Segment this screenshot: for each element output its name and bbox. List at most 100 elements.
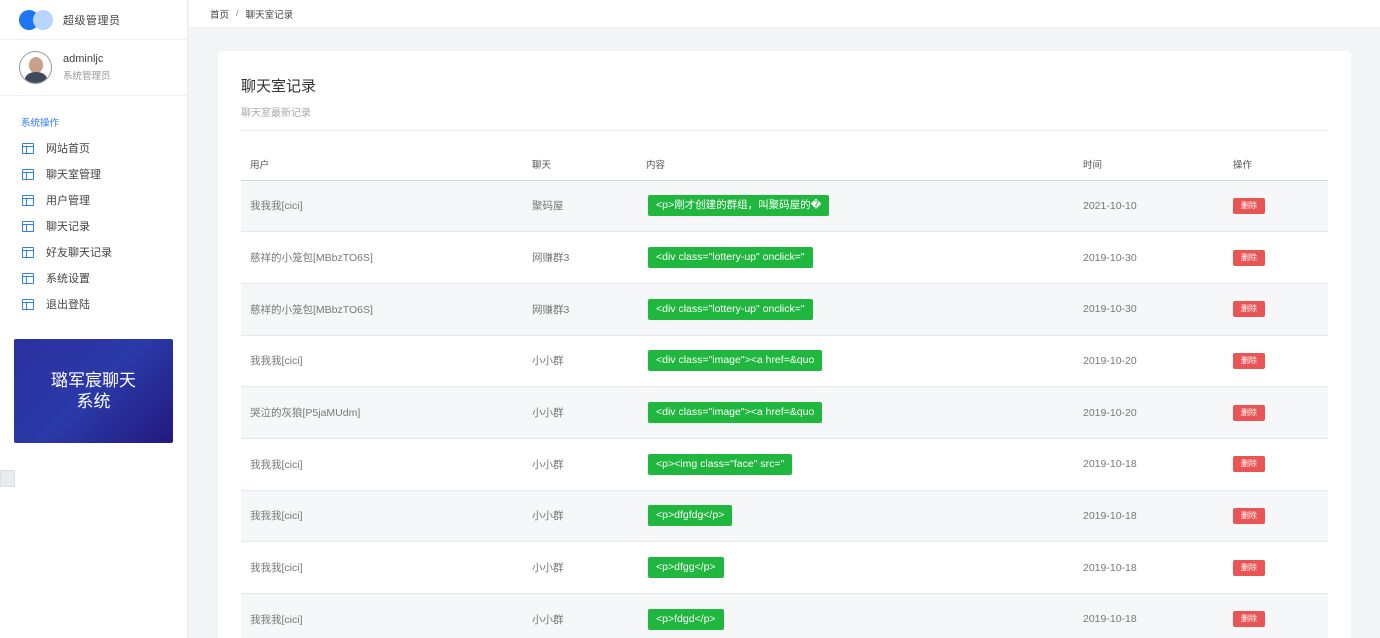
cell-content: <p>fdgd</p> xyxy=(637,593,1074,638)
cell-chat: 小小群 xyxy=(523,386,637,439)
user-role: 系统管理员 xyxy=(63,71,111,82)
delete-button[interactable]: 删除 xyxy=(1233,249,1265,266)
cell-user: 我我我[cici] xyxy=(241,438,523,491)
delete-button[interactable]: 删除 xyxy=(1233,611,1265,628)
sidebar-item-label: 退出登陆 xyxy=(46,299,90,311)
table-row: 我我我[cici] 小小群 <div class="image"><a href… xyxy=(241,335,1328,388)
cell-op: 删除 xyxy=(1224,335,1328,388)
divider xyxy=(241,130,1328,131)
cell-chat: 网赚群3 xyxy=(523,283,637,336)
layout-icon xyxy=(22,272,34,284)
table-row: 我我我[cici] 小小群 <p>dfgfdg</p> 2019-10-18 删… xyxy=(241,490,1328,543)
layout-icon xyxy=(22,168,34,180)
breadcrumb-home[interactable]: 首页 xyxy=(210,7,229,21)
cell-chat: 网赚群3 xyxy=(523,231,637,284)
delete-button[interactable]: 删除 xyxy=(1233,301,1265,318)
sidebar-collapse-button[interactable] xyxy=(0,470,15,487)
breadcrumb: 首页 / 聊天室记录 xyxy=(189,0,1380,28)
cell-time: 2019-10-18 xyxy=(1074,438,1224,491)
sidebar-item-logout[interactable]: 退出登陆 xyxy=(0,291,187,317)
cell-content: <p>刚才创建的群组，叫聚码屋的� xyxy=(637,180,1074,233)
sidebar-item-label: 网站首页 xyxy=(46,143,90,155)
cell-content: <div class="lottery-up" onclick=" xyxy=(637,283,1074,336)
cell-op: 删除 xyxy=(1224,231,1328,284)
delete-button[interactable]: 删除 xyxy=(1233,456,1265,473)
table-row: 我我我[cici] 聚码屋 <p>刚才创建的群组，叫聚码屋的� 2021-10-… xyxy=(241,180,1328,233)
column-header-content: 内容 xyxy=(637,148,1074,181)
table-row: 我我我[cici] 小小群 <p><img class="face" src="… xyxy=(241,438,1328,491)
cell-time: 2019-10-20 xyxy=(1074,335,1224,388)
cell-op: 删除 xyxy=(1224,386,1328,439)
sidebar-item-user-manage[interactable]: 用户管理 xyxy=(0,187,187,213)
delete-button[interactable]: 删除 xyxy=(1233,352,1265,369)
cell-user: 慈祥的小笼包[MBbzTO6S] xyxy=(241,231,523,284)
content-tag: <p>刚才创建的群组，叫聚码屋的� xyxy=(648,195,830,217)
cell-time: 2021-10-10 xyxy=(1074,180,1224,233)
page-subtitle: 聊天室最新记录 xyxy=(241,108,311,119)
cell-chat: 小小群 xyxy=(523,438,637,491)
cell-time: 2019-10-20 xyxy=(1074,386,1224,439)
sidebar: 超级管理员 adminljc 系统管理员 系统操作 网站首页 聊天室管理 用户管… xyxy=(0,0,188,638)
records-card: 聊天室记录 聊天室最新记录 用户 聊天 内容 时间 操作 我我我[cici] 聚… xyxy=(218,51,1351,638)
cell-time: 2019-10-18 xyxy=(1074,541,1224,594)
layout-icon xyxy=(22,142,34,154)
cell-user: 我我我[cici] xyxy=(241,541,523,594)
sidebar-item-settings[interactable]: 系统设置 xyxy=(0,265,187,291)
cell-user: 我我我[cici] xyxy=(241,490,523,543)
cell-chat: 聚码屋 xyxy=(523,180,637,233)
user-panel: adminljc 系统管理员 xyxy=(0,40,187,96)
column-header-user: 用户 xyxy=(241,148,523,181)
sidebar-item-label: 聊天室管理 xyxy=(46,169,101,181)
user-name: adminljc xyxy=(63,53,104,65)
cell-op: 删除 xyxy=(1224,180,1328,233)
sidebar-item-friend-records[interactable]: 好友聊天记录 xyxy=(0,239,187,265)
content-tag: <p>dfgg</p> xyxy=(648,557,724,579)
layout-icon xyxy=(22,220,34,232)
cell-op: 删除 xyxy=(1224,438,1328,491)
nav-section-title: 系统操作 xyxy=(21,118,60,129)
sidebar-item-chatroom-manage[interactable]: 聊天室管理 xyxy=(0,161,187,187)
sidebar-item-label: 系统设置 xyxy=(46,273,90,285)
cell-chat: 小小群 xyxy=(523,490,637,543)
table-row: 慈祥的小笼包[MBbzTO6S] 网赚群3 <div class="lotter… xyxy=(241,283,1328,336)
cell-content: <p>dfgg</p> xyxy=(637,541,1074,594)
column-header-op: 操作 xyxy=(1224,148,1328,181)
content-tag: <div class="lottery-up" onclick=" xyxy=(648,247,813,269)
delete-button[interactable]: 删除 xyxy=(1233,197,1265,214)
column-header-chat: 聊天 xyxy=(523,148,637,181)
cell-op: 删除 xyxy=(1224,541,1328,594)
sidebar-item-label: 聊天记录 xyxy=(46,221,90,233)
cell-chat: 小小群 xyxy=(523,335,637,388)
table-row: 哭泣的灰狼[P5jaMUdm] 小小群 <div class="image"><… xyxy=(241,386,1328,439)
cell-user: 我我我[cici] xyxy=(241,335,523,388)
sidebar-item-home[interactable]: 网站首页 xyxy=(0,135,187,161)
cell-content: <p>dfgfdg</p> xyxy=(637,490,1074,543)
cell-time: 2019-10-30 xyxy=(1074,231,1224,284)
content-tag: <p>fdgd</p> xyxy=(648,608,724,630)
cell-user: 我我我[cici] xyxy=(241,180,523,233)
cell-time: 2019-10-18 xyxy=(1074,490,1224,543)
cell-content: <div class="lottery-up" onclick=" xyxy=(637,231,1074,284)
cell-user: 慈祥的小笼包[MBbzTO6S] xyxy=(241,283,523,336)
content-tag: <div class="image"><a href=&quo xyxy=(648,402,823,424)
page-title: 聊天室记录 xyxy=(241,78,317,95)
cell-op: 删除 xyxy=(1224,490,1328,543)
sidebar-item-label: 用户管理 xyxy=(46,195,90,207)
breadcrumb-current: 聊天室记录 xyxy=(245,9,294,21)
table-row: 慈祥的小笼包[MBbzTO6S] 网赚群3 <div class="lotter… xyxy=(241,231,1328,284)
cell-time: 2019-10-18 xyxy=(1074,593,1224,638)
cell-user: 我我我[cici] xyxy=(241,593,523,638)
sidebar-item-label: 好友聊天记录 xyxy=(46,247,112,259)
content-tag: <p>dfgfdg</p> xyxy=(648,505,733,527)
promo-text: 璐军宸聊天系统 xyxy=(51,371,136,411)
logo-icon xyxy=(19,9,53,30)
delete-button[interactable]: 删除 xyxy=(1233,559,1265,576)
delete-button[interactable]: 删除 xyxy=(1233,404,1265,421)
sidebar-item-chat-records[interactable]: 聊天记录 xyxy=(0,213,187,239)
cell-content: <div class="image"><a href=&quo xyxy=(637,335,1074,388)
table-row: 我我我[cici] 小小群 <p>dfgg</p> 2019-10-18 删除 xyxy=(241,541,1328,594)
promo-banner: 璐军宸聊天系统 xyxy=(14,339,173,443)
content-tag: <p><img class="face" src=" xyxy=(648,453,793,475)
avatar[interactable] xyxy=(19,51,52,84)
delete-button[interactable]: 删除 xyxy=(1233,507,1265,524)
